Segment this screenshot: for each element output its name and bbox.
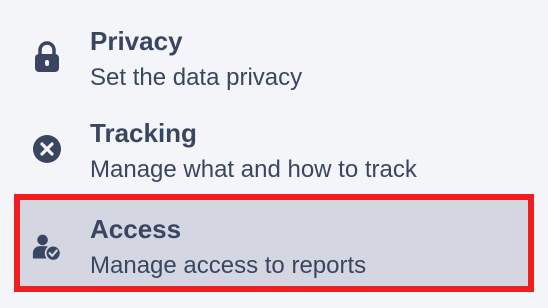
menu-item-title: Tracking bbox=[90, 118, 197, 148]
user-check-icon bbox=[32, 230, 62, 264]
lock-icon bbox=[32, 40, 62, 74]
settings-menu: Privacy Set the data privacy Tracking Ma… bbox=[0, 0, 548, 308]
menu-item-subtitle: Set the data privacy bbox=[90, 64, 303, 91]
x-circle-icon bbox=[32, 132, 62, 166]
menu-item-tracking[interactable]: Tracking Manage what and how to track bbox=[14, 104, 534, 194]
menu-item-subtitle: Manage access to reports bbox=[90, 252, 367, 279]
menu-item-access[interactable]: Access Manage access to reports bbox=[14, 194, 534, 292]
menu-item-subtitle: Manage what and how to track bbox=[90, 156, 417, 183]
menu-item-title: Access bbox=[90, 214, 182, 244]
menu-item-title: Privacy bbox=[90, 26, 183, 56]
menu-item-privacy[interactable]: Privacy Set the data privacy bbox=[14, 10, 534, 100]
